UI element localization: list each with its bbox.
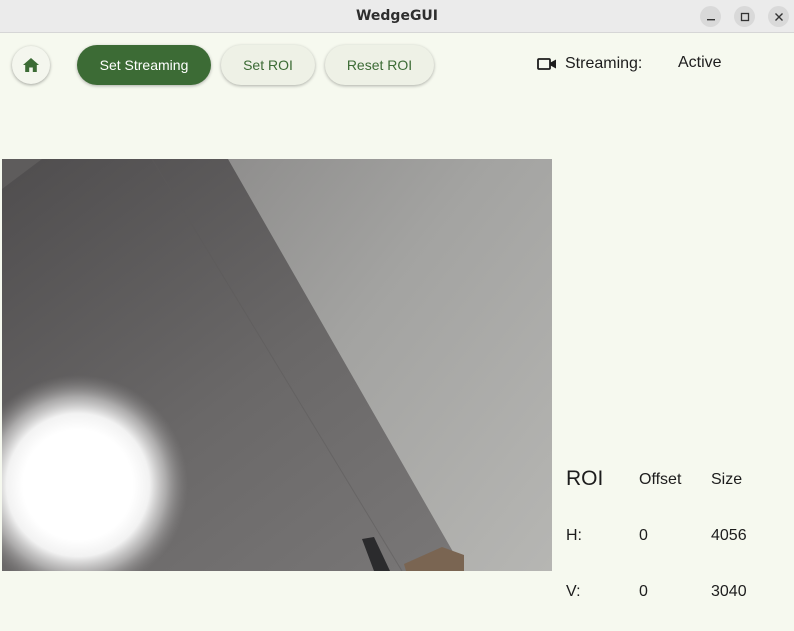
roi-v-offset: 0 [639,583,648,600]
home-button[interactable] [12,46,50,84]
roi-size-header: Size [711,471,743,488]
roi-h-size: 4056 [711,527,747,544]
maximize-button[interactable] [734,6,755,27]
title-bar: WedgeGUI [0,0,794,33]
roi-v-label: V: [566,583,581,600]
camera-preview [2,159,552,571]
streaming-value: Active [678,54,722,71]
roi-title: ROI [566,467,604,490]
streaming-label: Streaming: [565,55,643,72]
set-roi-button[interactable]: Set ROI [221,45,315,85]
close-button[interactable] [768,6,789,27]
minimize-button[interactable] [700,6,721,27]
roi-h-label: H: [566,527,582,544]
roi-v-size: 3040 [711,583,747,600]
roi-offset-header: Offset [639,471,682,488]
roi-h-offset: 0 [639,527,648,544]
set-streaming-button[interactable]: Set Streaming [77,45,211,85]
window-title: WedgeGUI [355,8,439,24]
close-icon [774,12,783,21]
reset-roi-button[interactable]: Reset ROI [325,45,434,85]
minimize-icon [706,18,715,20]
camera-frame-image [2,159,552,571]
streaming-status: Streaming: Active [537,54,722,74]
home-icon [23,58,39,72]
video-camera-icon [537,58,556,70]
maximize-icon [740,12,749,21]
